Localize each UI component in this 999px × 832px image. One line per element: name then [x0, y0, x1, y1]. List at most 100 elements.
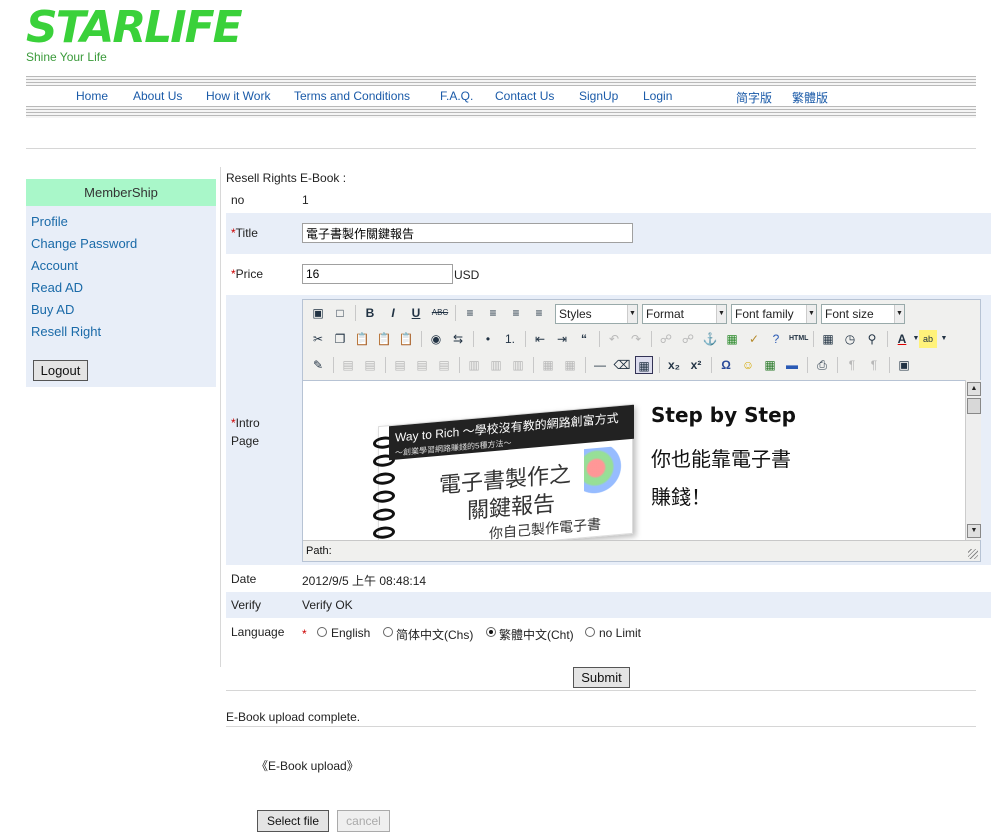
- align-justify-icon[interactable]: ≡: [530, 304, 548, 322]
- replace-icon[interactable]: ⇆: [449, 330, 467, 348]
- preview-icon[interactable]: ⚲: [863, 330, 881, 348]
- nav-lang-traditional[interactable]: 繁體版: [792, 89, 828, 106]
- language-radio-no-limit[interactable]: [585, 627, 595, 637]
- title-input[interactable]: [302, 223, 633, 243]
- media-icon[interactable]: ▦: [761, 356, 779, 374]
- bullet-list-icon[interactable]: •: [479, 330, 497, 348]
- nav-how-it-work[interactable]: How it Work: [206, 89, 270, 103]
- styles-select[interactable]: Styles ▼: [555, 304, 638, 324]
- visual-aid-icon[interactable]: ▦: [635, 356, 653, 374]
- font-size-select[interactable]: Font size ▼: [821, 304, 905, 324]
- link-icon[interactable]: ☍: [657, 330, 675, 348]
- resize-grip-icon[interactable]: [968, 549, 978, 559]
- find-icon[interactable]: ◉: [427, 330, 445, 348]
- sidebar-item-resell-right[interactable]: Resell Right: [31, 324, 101, 339]
- paste-icon[interactable]: 📋: [353, 330, 371, 348]
- logout-button[interactable]: Logout: [33, 360, 88, 381]
- outdent-icon[interactable]: ⇤: [531, 330, 549, 348]
- save-icon[interactable]: ▣: [309, 304, 327, 322]
- chevron-down-icon[interactable]: ▼: [935, 330, 953, 348]
- numbered-list-icon[interactable]: 1.: [501, 330, 519, 348]
- nav-login[interactable]: Login: [643, 89, 672, 103]
- indent-icon[interactable]: ⇥: [553, 330, 571, 348]
- new-document-icon[interactable]: □: [331, 304, 349, 322]
- editor-content-area[interactable]: Way to Rich ～學校沒有教的網路創富方式 ～創業學習網路賺錢的5種方法…: [303, 380, 965, 540]
- underline-icon[interactable]: U: [407, 304, 425, 322]
- sidebar-item-read-ad[interactable]: Read AD: [31, 280, 83, 295]
- cut-icon[interactable]: ✂: [309, 330, 327, 348]
- align-center-icon[interactable]: ≡: [484, 304, 502, 322]
- insert-time-icon[interactable]: ◷: [841, 330, 859, 348]
- subscript-icon[interactable]: x₂: [665, 356, 683, 374]
- scroll-down-icon[interactable]: ▼: [967, 524, 981, 538]
- anchor-icon[interactable]: ⚓: [701, 330, 719, 348]
- cleanup-icon[interactable]: ✓: [745, 330, 763, 348]
- insert-date-icon[interactable]: ▦: [819, 330, 837, 348]
- sidebar-item-account[interactable]: Account: [31, 258, 78, 273]
- html-source-icon[interactable]: HTML: [789, 330, 808, 348]
- bold-icon[interactable]: B: [361, 304, 379, 322]
- delete-col-icon[interactable]: ▥: [509, 356, 527, 374]
- italic-icon[interactable]: I: [384, 304, 402, 322]
- language-option-chs[interactable]: 简体中文(Chs): [396, 626, 473, 643]
- table-cell-props-icon[interactable]: ▤: [361, 356, 379, 374]
- page-break-icon[interactable]: ▬: [783, 356, 801, 374]
- sidebar-item-change-password[interactable]: Change Password: [31, 236, 137, 251]
- blockquote-icon[interactable]: “: [575, 330, 593, 348]
- language-radio-english[interactable]: [317, 627, 327, 637]
- scroll-thumb[interactable]: [967, 398, 981, 414]
- paste-word-icon[interactable]: 📋: [397, 330, 415, 348]
- price-input[interactable]: [302, 264, 453, 284]
- special-char-icon[interactable]: Ω: [717, 356, 735, 374]
- undo-icon[interactable]: ↶: [605, 330, 623, 348]
- strikethrough-icon[interactable]: ABC: [431, 304, 449, 322]
- select-file-button[interactable]: Select file: [257, 810, 329, 832]
- cancel-button[interactable]: cancel: [337, 810, 390, 832]
- table-row-props-icon[interactable]: ▤: [339, 356, 357, 374]
- fullscreen-icon[interactable]: ▣: [895, 356, 913, 374]
- delete-row-icon[interactable]: ▤: [435, 356, 453, 374]
- language-option-cht[interactable]: 繁體中文(Cht): [499, 626, 574, 643]
- scroll-up-icon[interactable]: ▲: [967, 382, 981, 396]
- nav-signup[interactable]: SignUp: [579, 89, 618, 103]
- format-select[interactable]: Format ▼: [642, 304, 727, 324]
- insert-row-before-icon[interactable]: ▤: [391, 356, 409, 374]
- superscript-icon[interactable]: x²: [687, 356, 705, 374]
- language-option-english[interactable]: English: [331, 626, 370, 640]
- nav-about-us[interactable]: About Us: [133, 89, 182, 103]
- copy-icon[interactable]: ❐: [331, 330, 349, 348]
- insert-col-before-icon[interactable]: ▥: [465, 356, 483, 374]
- nav-faq[interactable]: F.A.Q.: [440, 89, 473, 103]
- rtl-icon[interactable]: ¶: [865, 356, 883, 374]
- nav-contact-us[interactable]: Contact Us: [495, 89, 554, 103]
- ltr-icon[interactable]: ¶: [843, 356, 861, 374]
- sidebar-item-profile[interactable]: Profile: [31, 214, 68, 229]
- site-logo[interactable]: STARLIFE: [26, 4, 243, 52]
- align-right-icon[interactable]: ≡: [507, 304, 525, 322]
- insert-row-after-icon[interactable]: ▤: [413, 356, 431, 374]
- nav-terms[interactable]: Terms and Conditions: [294, 89, 410, 103]
- unlink-icon[interactable]: ☍: [679, 330, 697, 348]
- editor-scrollbar[interactable]: ▲ ▼: [965, 380, 981, 540]
- language-option-no-limit[interactable]: no Limit: [599, 626, 641, 640]
- sidebar-item-buy-ad[interactable]: Buy AD: [31, 302, 74, 317]
- print-icon[interactable]: ⎙: [813, 356, 831, 374]
- language-radio-chs[interactable]: [383, 627, 393, 637]
- merge-cells-icon[interactable]: ▦: [561, 356, 579, 374]
- nav-lang-simplified[interactable]: 简字版: [736, 89, 772, 106]
- nav-home[interactable]: Home: [76, 89, 108, 103]
- edit-icon[interactable]: ✎: [309, 356, 327, 374]
- remove-format-icon[interactable]: ⌫: [613, 356, 631, 374]
- submit-button[interactable]: Submit: [573, 667, 630, 688]
- language-radio-cht[interactable]: [486, 627, 496, 637]
- paste-text-icon[interactable]: 📋: [375, 330, 393, 348]
- align-left-icon[interactable]: ≡: [461, 304, 479, 322]
- split-cells-icon[interactable]: ▦: [539, 356, 557, 374]
- image-icon[interactable]: ▦: [723, 330, 741, 348]
- help-icon[interactable]: ?: [767, 330, 785, 348]
- font-family-select[interactable]: Font family ▼: [731, 304, 817, 324]
- insert-col-after-icon[interactable]: ▥: [487, 356, 505, 374]
- redo-icon[interactable]: ↷: [627, 330, 645, 348]
- horizontal-rule-icon[interactable]: —: [591, 356, 609, 374]
- emoticon-icon[interactable]: ☺: [739, 356, 757, 374]
